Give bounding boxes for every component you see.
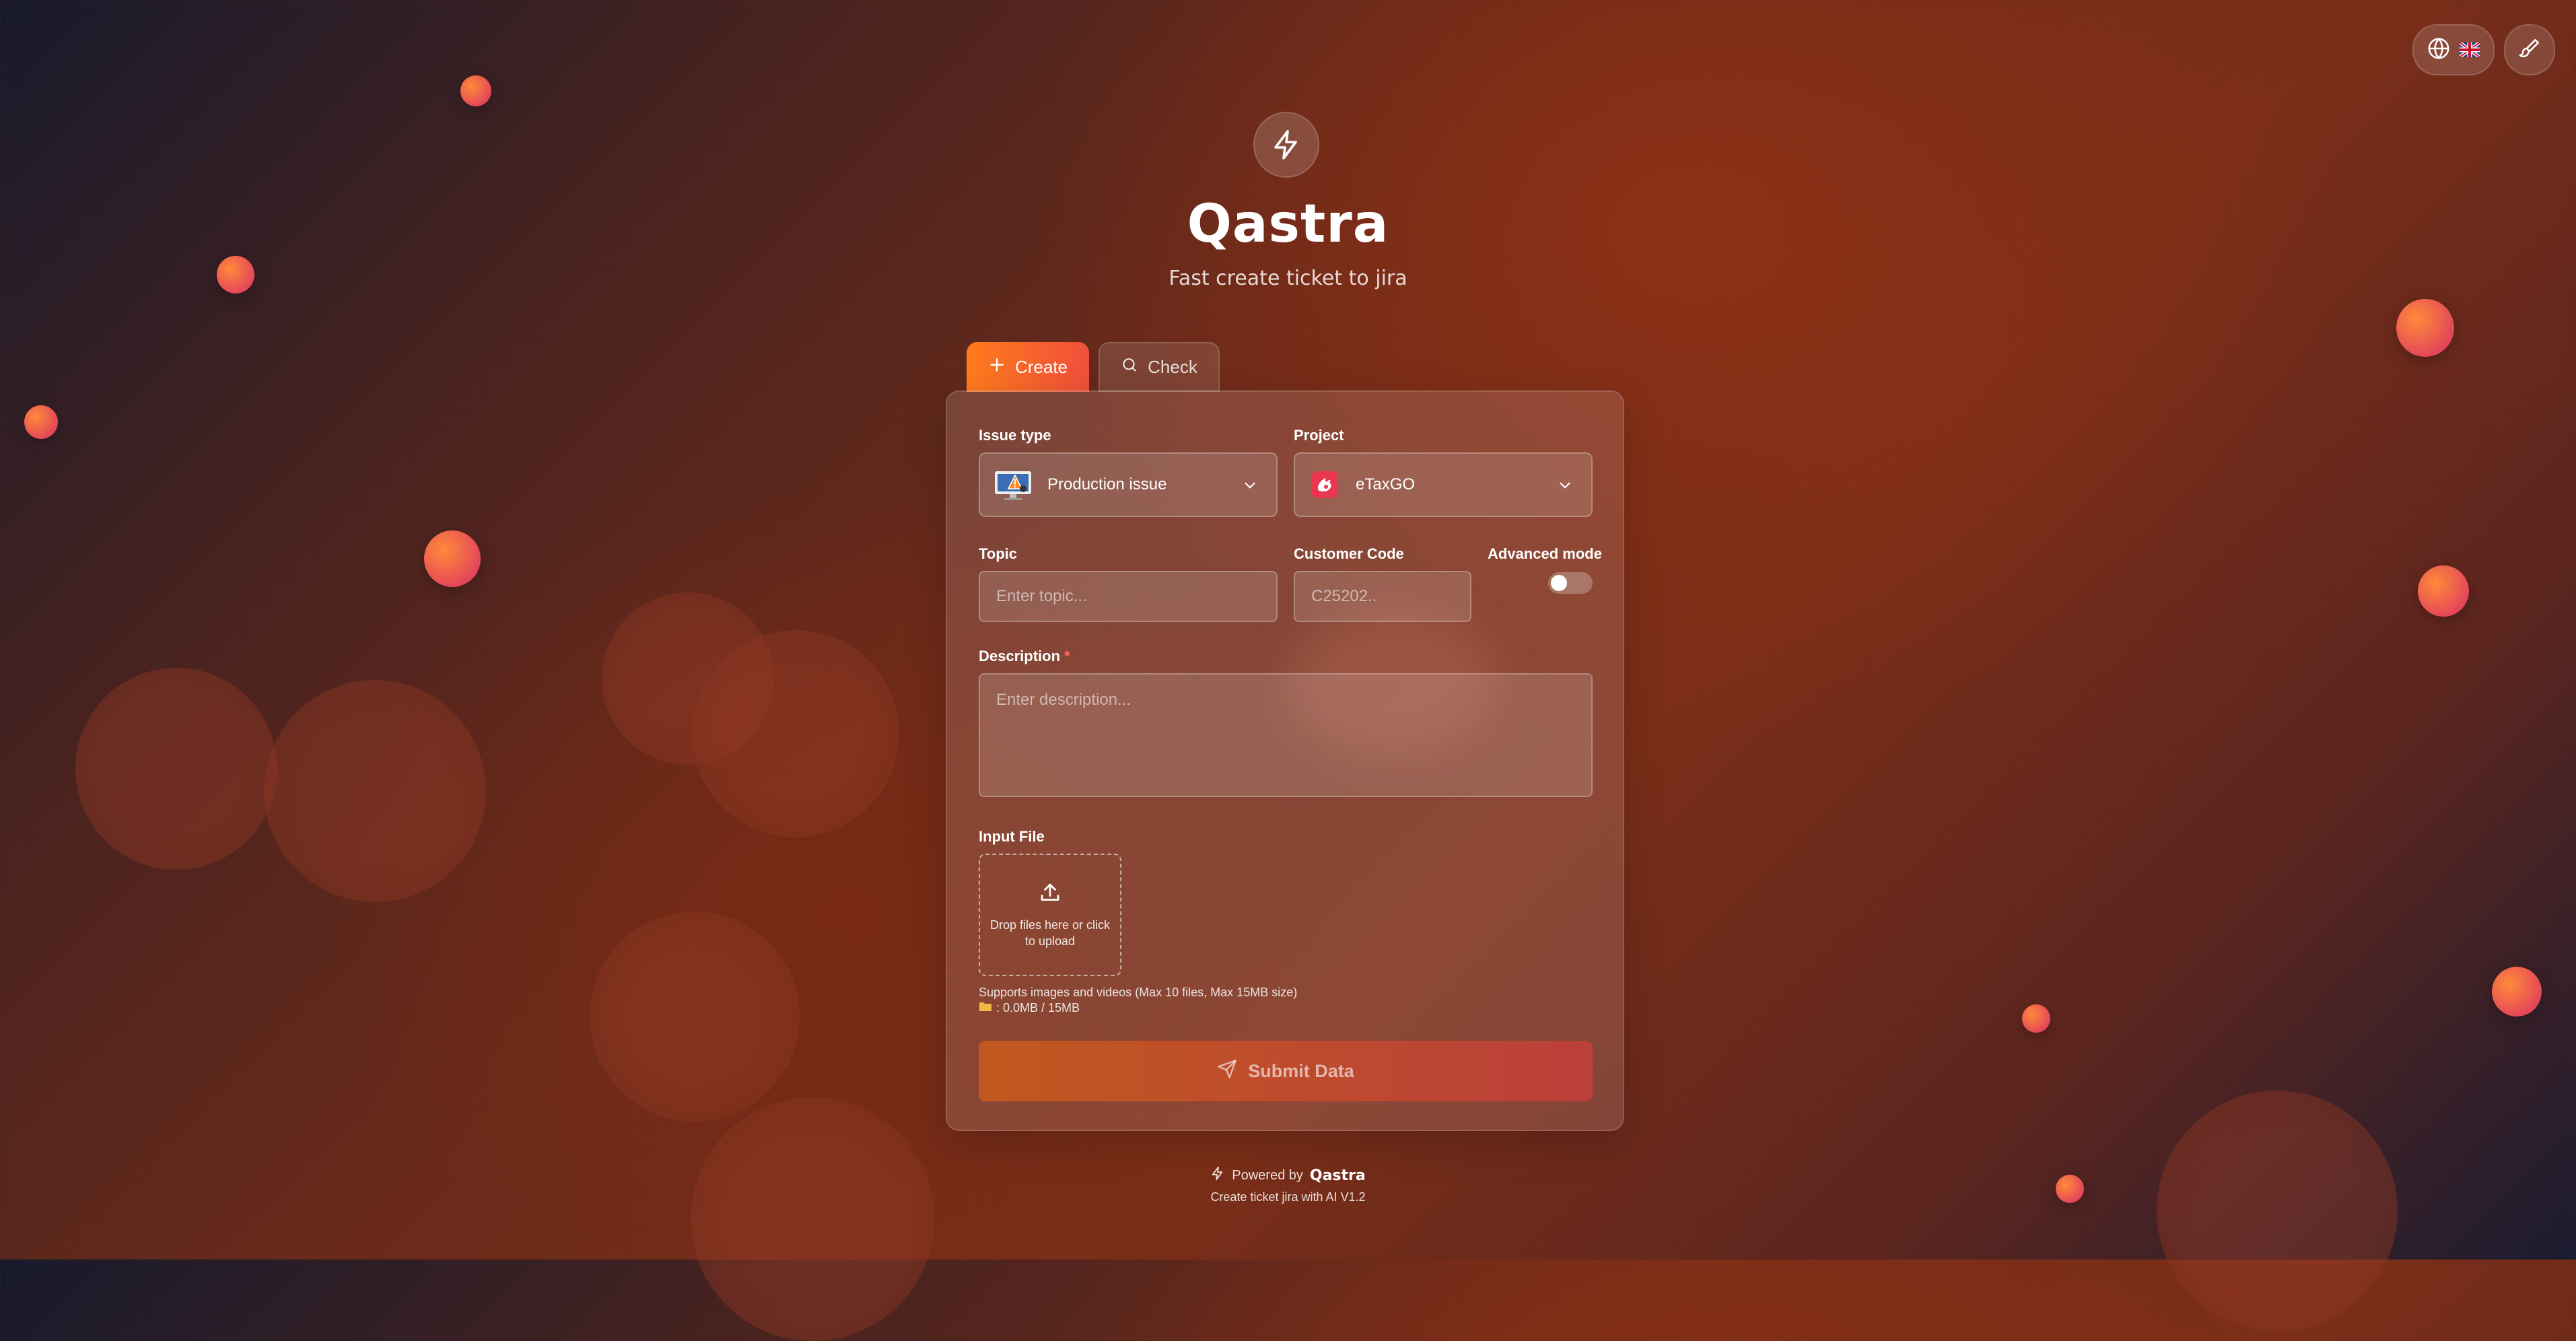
background-dot	[2022, 1004, 2050, 1033]
tab-create-label: Create	[1014, 356, 1068, 377]
advanced-mode-label: Advanced mode	[1488, 545, 1602, 562]
background-dot	[460, 75, 491, 106]
production-issue-icon	[994, 469, 1033, 501]
description-label: Description *	[979, 648, 1070, 665]
globe-icon	[2427, 37, 2450, 63]
background-dot	[24, 405, 58, 439]
input-file-label: Input File	[979, 828, 1045, 845]
topic-label: Topic	[979, 545, 1018, 562]
customer-code-input[interactable]: C25202..	[1294, 571, 1471, 622]
background-bubble	[75, 668, 277, 870]
background-dot	[424, 530, 481, 587]
file-usage: : 0.0MB / 15MB	[979, 1001, 1080, 1015]
tab-create[interactable]: Create	[967, 342, 1089, 392]
search-icon	[1121, 356, 1138, 378]
etaxgo-project-icon	[1309, 469, 1341, 501]
app-title: Qastra	[1187, 194, 1389, 254]
logo-icon	[1253, 112, 1319, 178]
footer-powered-by: Powered by Qastra	[0, 1166, 2576, 1185]
tab-check-label: Check	[1148, 356, 1197, 377]
footer-powered-text: Powered by	[1232, 1167, 1303, 1183]
app-tagline: Fast create ticket to jira	[1169, 267, 1407, 290]
upload-icon	[1038, 881, 1062, 909]
topic-input[interactable]: Enter topic...	[979, 571, 1278, 622]
advanced-mode-toggle[interactable]	[1548, 572, 1593, 594]
background-dot	[2418, 565, 2469, 617]
toggle-knob	[1551, 575, 1567, 591]
submit-label: Submit Data	[1248, 1060, 1354, 1081]
plus-icon	[988, 356, 1006, 378]
issue-type-select[interactable]: Production issue	[979, 452, 1278, 517]
project-select[interactable]: eTaxGO	[1294, 452, 1593, 517]
theme-button[interactable]	[2504, 24, 2555, 75]
bolt-icon	[1210, 1166, 1225, 1185]
chevron-down-icon	[1241, 477, 1259, 499]
submit-button[interactable]: Submit Data	[979, 1041, 1593, 1101]
project-label: Project	[1294, 427, 1344, 444]
background-bubble	[264, 680, 486, 902]
footer-brand: Qastra	[1309, 1167, 1366, 1184]
ticket-form-card: Issue type Production issue Project eTax…	[946, 390, 1624, 1131]
dropzone-text: Drop files here or click to upload	[989, 918, 1111, 948]
language-switcher-button[interactable]	[2412, 24, 2495, 75]
required-marker: *	[1064, 648, 1070, 664]
background-bubble	[692, 630, 899, 837]
file-dropzone[interactable]: Drop files here or click to upload	[979, 854, 1121, 976]
background-bubble	[691, 1097, 934, 1341]
tab-check[interactable]: Check	[1099, 342, 1220, 392]
background-dot	[2396, 299, 2454, 357]
description-textarea[interactable]: Enter description...	[979, 673, 1593, 797]
paintbrush-icon	[2518, 37, 2541, 63]
project-value: eTaxGO	[1356, 475, 1416, 493]
issue-type-label: Issue type	[979, 427, 1051, 444]
issue-type-value: Production issue	[1047, 475, 1167, 493]
footer-note: Create ticket jira with AI V1.2	[1210, 1190, 1366, 1204]
folder-icon	[979, 1001, 992, 1015]
chevron-down-icon	[1556, 477, 1574, 499]
customer-code-label: Customer Code	[1294, 545, 1404, 562]
background-bubble	[2157, 1091, 2398, 1332]
description-label-text: Description	[979, 648, 1061, 664]
send-icon	[1217, 1059, 1237, 1084]
background-dot	[2492, 967, 2542, 1017]
file-support-text: Supports images and videos (Max 10 files…	[979, 986, 1298, 999]
background-bubble	[590, 912, 800, 1122]
uk-flag-icon	[2458, 40, 2481, 59]
file-usage-text: : 0.0MB / 15MB	[996, 1001, 1080, 1015]
